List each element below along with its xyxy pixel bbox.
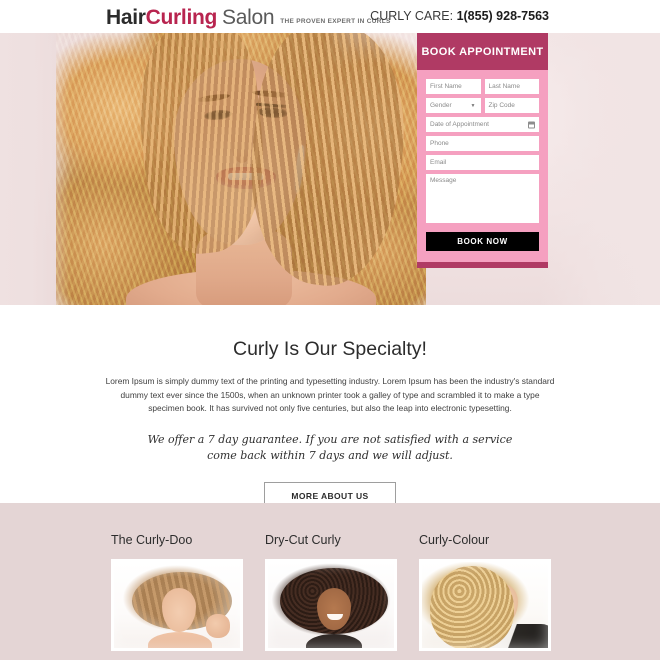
service-card-curly-colour[interactable]: Curly-Colour	[419, 533, 551, 651]
logo-text-hair: Hair	[106, 6, 146, 29]
hero-section	[0, 33, 660, 305]
service-card-dry-cut-curly[interactable]: Dry-Cut Curly	[265, 533, 397, 651]
service-title: Dry-Cut Curly	[265, 533, 341, 547]
booking-form-body: First Name Last Name Gender ▼ Zip Code D…	[417, 70, 548, 251]
phone-number[interactable]: 1(855) 928-7563	[457, 9, 549, 23]
service-photo-dry-cut-curly	[268, 562, 394, 648]
services-section: The Curly-Doo Dry-Cut Curly Curly-Colour	[0, 503, 660, 660]
name-row: First Name Last Name	[426, 79, 539, 94]
photo-vignette	[268, 562, 394, 648]
hero-model-photo	[56, 33, 426, 305]
zip-code-input[interactable]: Zip Code	[484, 98, 539, 113]
hero-fade-right	[540, 33, 660, 305]
gender-select-label: Gender	[430, 102, 452, 109]
landing-page: Hair Curling Salon THE PROVEN EXPERT IN …	[0, 0, 660, 660]
date-of-appointment-input[interactable]: Date of Appointment	[426, 117, 539, 132]
service-image-frame[interactable]	[265, 559, 397, 651]
logo-text-curling: Curling	[145, 6, 218, 29]
service-image-frame[interactable]	[419, 559, 551, 651]
gender-select[interactable]: Gender ▼	[426, 98, 481, 113]
care-label: CURLY CARE:	[370, 9, 454, 23]
service-card-curly-doo[interactable]: The Curly-Doo	[111, 533, 243, 651]
service-title: Curly-Colour	[419, 533, 490, 547]
message-textarea[interactable]: Message	[426, 174, 539, 223]
logo-text-salon: Salon	[222, 6, 275, 29]
hero-fade-left	[0, 33, 70, 305]
book-now-button[interactable]: BOOK NOW	[426, 232, 539, 251]
booking-form-panel: BOOK APPOINTMENT First Name Last Name Ge…	[417, 33, 548, 268]
date-input-label: Date of Appointment	[430, 121, 489, 128]
service-image-frame[interactable]	[111, 559, 243, 651]
first-name-input[interactable]: First Name	[426, 79, 481, 94]
about-paragraph: Lorem Ipsum is simply dummy text of the …	[105, 376, 555, 414]
photo-vignette	[114, 562, 240, 648]
contact-phone-block: CURLY CARE: 1(855) 928-7563	[370, 9, 549, 23]
photo-vignette	[422, 562, 548, 648]
service-photo-curly-doo	[114, 562, 240, 648]
guarantee-text: We offer a 7 day guarantee. If you are n…	[147, 432, 513, 462]
last-name-input[interactable]: Last Name	[484, 79, 539, 94]
services-grid: The Curly-Doo Dry-Cut Curly Curly-Colour	[111, 533, 551, 651]
chevron-down-icon: ▼	[470, 102, 476, 109]
booking-form-footer-bar	[417, 262, 548, 268]
about-section: Curly Is Our Specialty! Lorem Ipsum is s…	[0, 305, 660, 510]
email-input[interactable]: Email	[426, 155, 539, 170]
page-title: Curly Is Our Specialty!	[233, 338, 427, 360]
service-title: The Curly-Doo	[111, 533, 193, 547]
site-header: Hair Curling Salon THE PROVEN EXPERT IN …	[0, 0, 660, 33]
calendar-icon[interactable]	[528, 121, 535, 128]
booking-form-title: BOOK APPOINTMENT	[421, 45, 544, 58]
booking-form-header: BOOK APPOINTMENT	[417, 33, 548, 70]
phone-input[interactable]: Phone	[426, 136, 539, 151]
site-logo[interactable]: Hair Curling Salon THE PROVEN EXPERT IN …	[106, 6, 391, 30]
gender-zip-row: Gender ▼ Zip Code	[426, 98, 539, 113]
service-photo-curly-colour	[422, 562, 548, 648]
